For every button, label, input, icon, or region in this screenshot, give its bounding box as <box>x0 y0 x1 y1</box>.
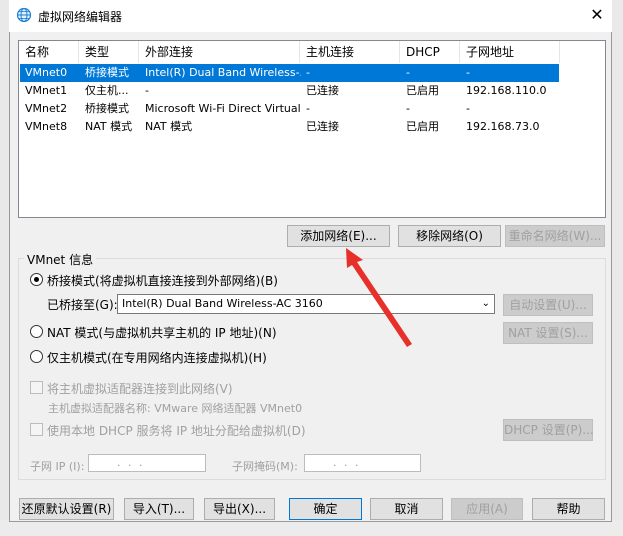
close-icon[interactable]: ✕ <box>585 4 609 28</box>
host-only-label[interactable]: 仅主机模式(在专用网络内连接虚拟机)(H) <box>47 349 267 366</box>
table-row[interactable]: VMnet0 桥接模式 Intel(R) Dual Band Wireless-..… <box>20 64 559 82</box>
column-header-dhcp[interactable]: DHCP <box>400 41 460 63</box>
background-window-edge-right <box>612 0 623 536</box>
subnet-ip-label: 子网 IP (I): <box>30 460 85 473</box>
auto-settings-button[interactable]: 自动设置(U)... <box>503 294 593 316</box>
cell-host: - <box>306 102 310 115</box>
vmnet-info-label: VMnet 信息 <box>24 251 97 268</box>
export-button[interactable]: 导出(X)... <box>204 498 275 520</box>
nat-label[interactable]: NAT 模式(与虚拟机共享主机的 IP 地址)(N) <box>47 324 277 341</box>
table-row[interactable]: VMnet2 桥接模式 Microsoft Wi-Fi Direct Virtual… <box>20 100 559 118</box>
use-dhcp-label[interactable]: 使用本地 DHCP 服务将 IP 地址分配给虚拟机(D) <box>47 422 306 439</box>
ok-button[interactable]: 确定 <box>289 498 362 520</box>
bridged-to-value: Intel(R) Dual Band Wireless-AC 3160 <box>122 297 323 310</box>
cell-dhcp: 已启用 <box>406 84 439 97</box>
cell-type: NAT 模式 <box>85 120 133 133</box>
cell-type: 仅主机... <box>85 84 129 97</box>
cell-dhcp: - <box>406 102 410 115</box>
connect-adapter-label[interactable]: 将主机虚拟适配器连接到此网络(V) <box>47 380 233 397</box>
apply-button[interactable]: 应用(A) <box>451 498 523 520</box>
cell-host: 已连接 <box>306 84 339 97</box>
adapter-name-text: 主机虚拟适配器名称: VMware 网络适配器 VMnet0 <box>48 402 303 415</box>
cell-external: - <box>145 84 149 97</box>
cell-host: - <box>306 66 310 79</box>
cell-external: Intel(R) Dual Band Wireless-... <box>145 66 301 79</box>
subnet-mask-label: 子网掩码(M): <box>232 460 298 473</box>
rename-network-button[interactable]: 重命名网络(W)... <box>505 225 605 247</box>
subnet-ip-field[interactable]: . . . <box>88 454 206 472</box>
annotation-arrow-icon <box>346 248 412 347</box>
nat-radio[interactable] <box>30 325 43 338</box>
cell-name: VMnet8 <box>25 120 68 133</box>
cell-name: VMnet2 <box>25 102 68 115</box>
cell-name: VMnet0 <box>25 66 68 79</box>
cell-subnet: 192.168.73.0 <box>466 120 540 133</box>
window-title: 虚拟网络编辑器 <box>38 10 123 24</box>
network-list[interactable]: 名称 类型 外部连接 主机连接 DHCP 子网地址 VMnet0 桥接模式 Inte… <box>18 40 606 218</box>
cell-type: 桥接模式 <box>85 66 129 79</box>
bridged-label[interactable]: 桥接模式(将虚拟机直接连接到外部网络)(B) <box>47 272 278 289</box>
chevron-down-icon[interactable]: ⌄ <box>482 295 490 313</box>
cell-subnet: - <box>466 66 470 79</box>
host-only-radio[interactable] <box>30 350 43 363</box>
help-button[interactable]: 帮助 <box>532 498 605 520</box>
cell-external: NAT 模式 <box>145 120 193 133</box>
column-header-subnet[interactable]: 子网地址 <box>460 41 560 63</box>
bridged-radio[interactable] <box>30 273 43 286</box>
background-window-edge-bottom <box>0 520 623 536</box>
use-dhcp-checkbox[interactable] <box>30 423 43 436</box>
restore-defaults-button[interactable]: 还原默认设置(R) <box>19 498 114 520</box>
nat-settings-button[interactable]: NAT 设置(S)... <box>503 322 593 344</box>
connect-adapter-checkbox[interactable] <box>30 381 43 394</box>
cell-external: Microsoft Wi-Fi Direct Virtual... <box>145 102 301 115</box>
network-globe-icon <box>16 7 32 23</box>
column-header-external[interactable]: 外部连接 <box>139 41 300 63</box>
column-header-type[interactable]: 类型 <box>79 41 139 63</box>
import-button[interactable]: 导入(T)... <box>124 498 194 520</box>
bridged-to-label: 已桥接至(G): <box>47 298 118 312</box>
cell-subnet: - <box>466 102 470 115</box>
table-row[interactable]: VMnet1 仅主机... - 已连接 已启用 192.168.110.0 <box>20 82 559 100</box>
cell-name: VMnet1 <box>25 84 68 97</box>
cell-dhcp: 已启用 <box>406 120 439 133</box>
column-header-host[interactable]: 主机连接 <box>300 41 400 63</box>
cell-subnet: 192.168.110.0 <box>466 84 547 97</box>
column-header-name[interactable]: 名称 <box>19 41 79 63</box>
background-window-edge-left <box>0 0 9 536</box>
dhcp-settings-button[interactable]: DHCP 设置(P)... <box>503 419 594 441</box>
cell-dhcp: - <box>406 66 410 79</box>
bridged-to-select[interactable]: Intel(R) Dual Band Wireless-AC 3160 ⌄ <box>117 294 495 314</box>
cancel-button[interactable]: 取消 <box>370 498 443 520</box>
vmnet-info-group <box>18 258 606 480</box>
table-row[interactable]: VMnet8 NAT 模式 NAT 模式 已连接 已启用 192.168.73.0 <box>20 118 559 136</box>
cell-type: 桥接模式 <box>85 102 129 115</box>
subnet-mask-field[interactable]: . . . <box>304 454 421 472</box>
cell-host: 已连接 <box>306 120 339 133</box>
